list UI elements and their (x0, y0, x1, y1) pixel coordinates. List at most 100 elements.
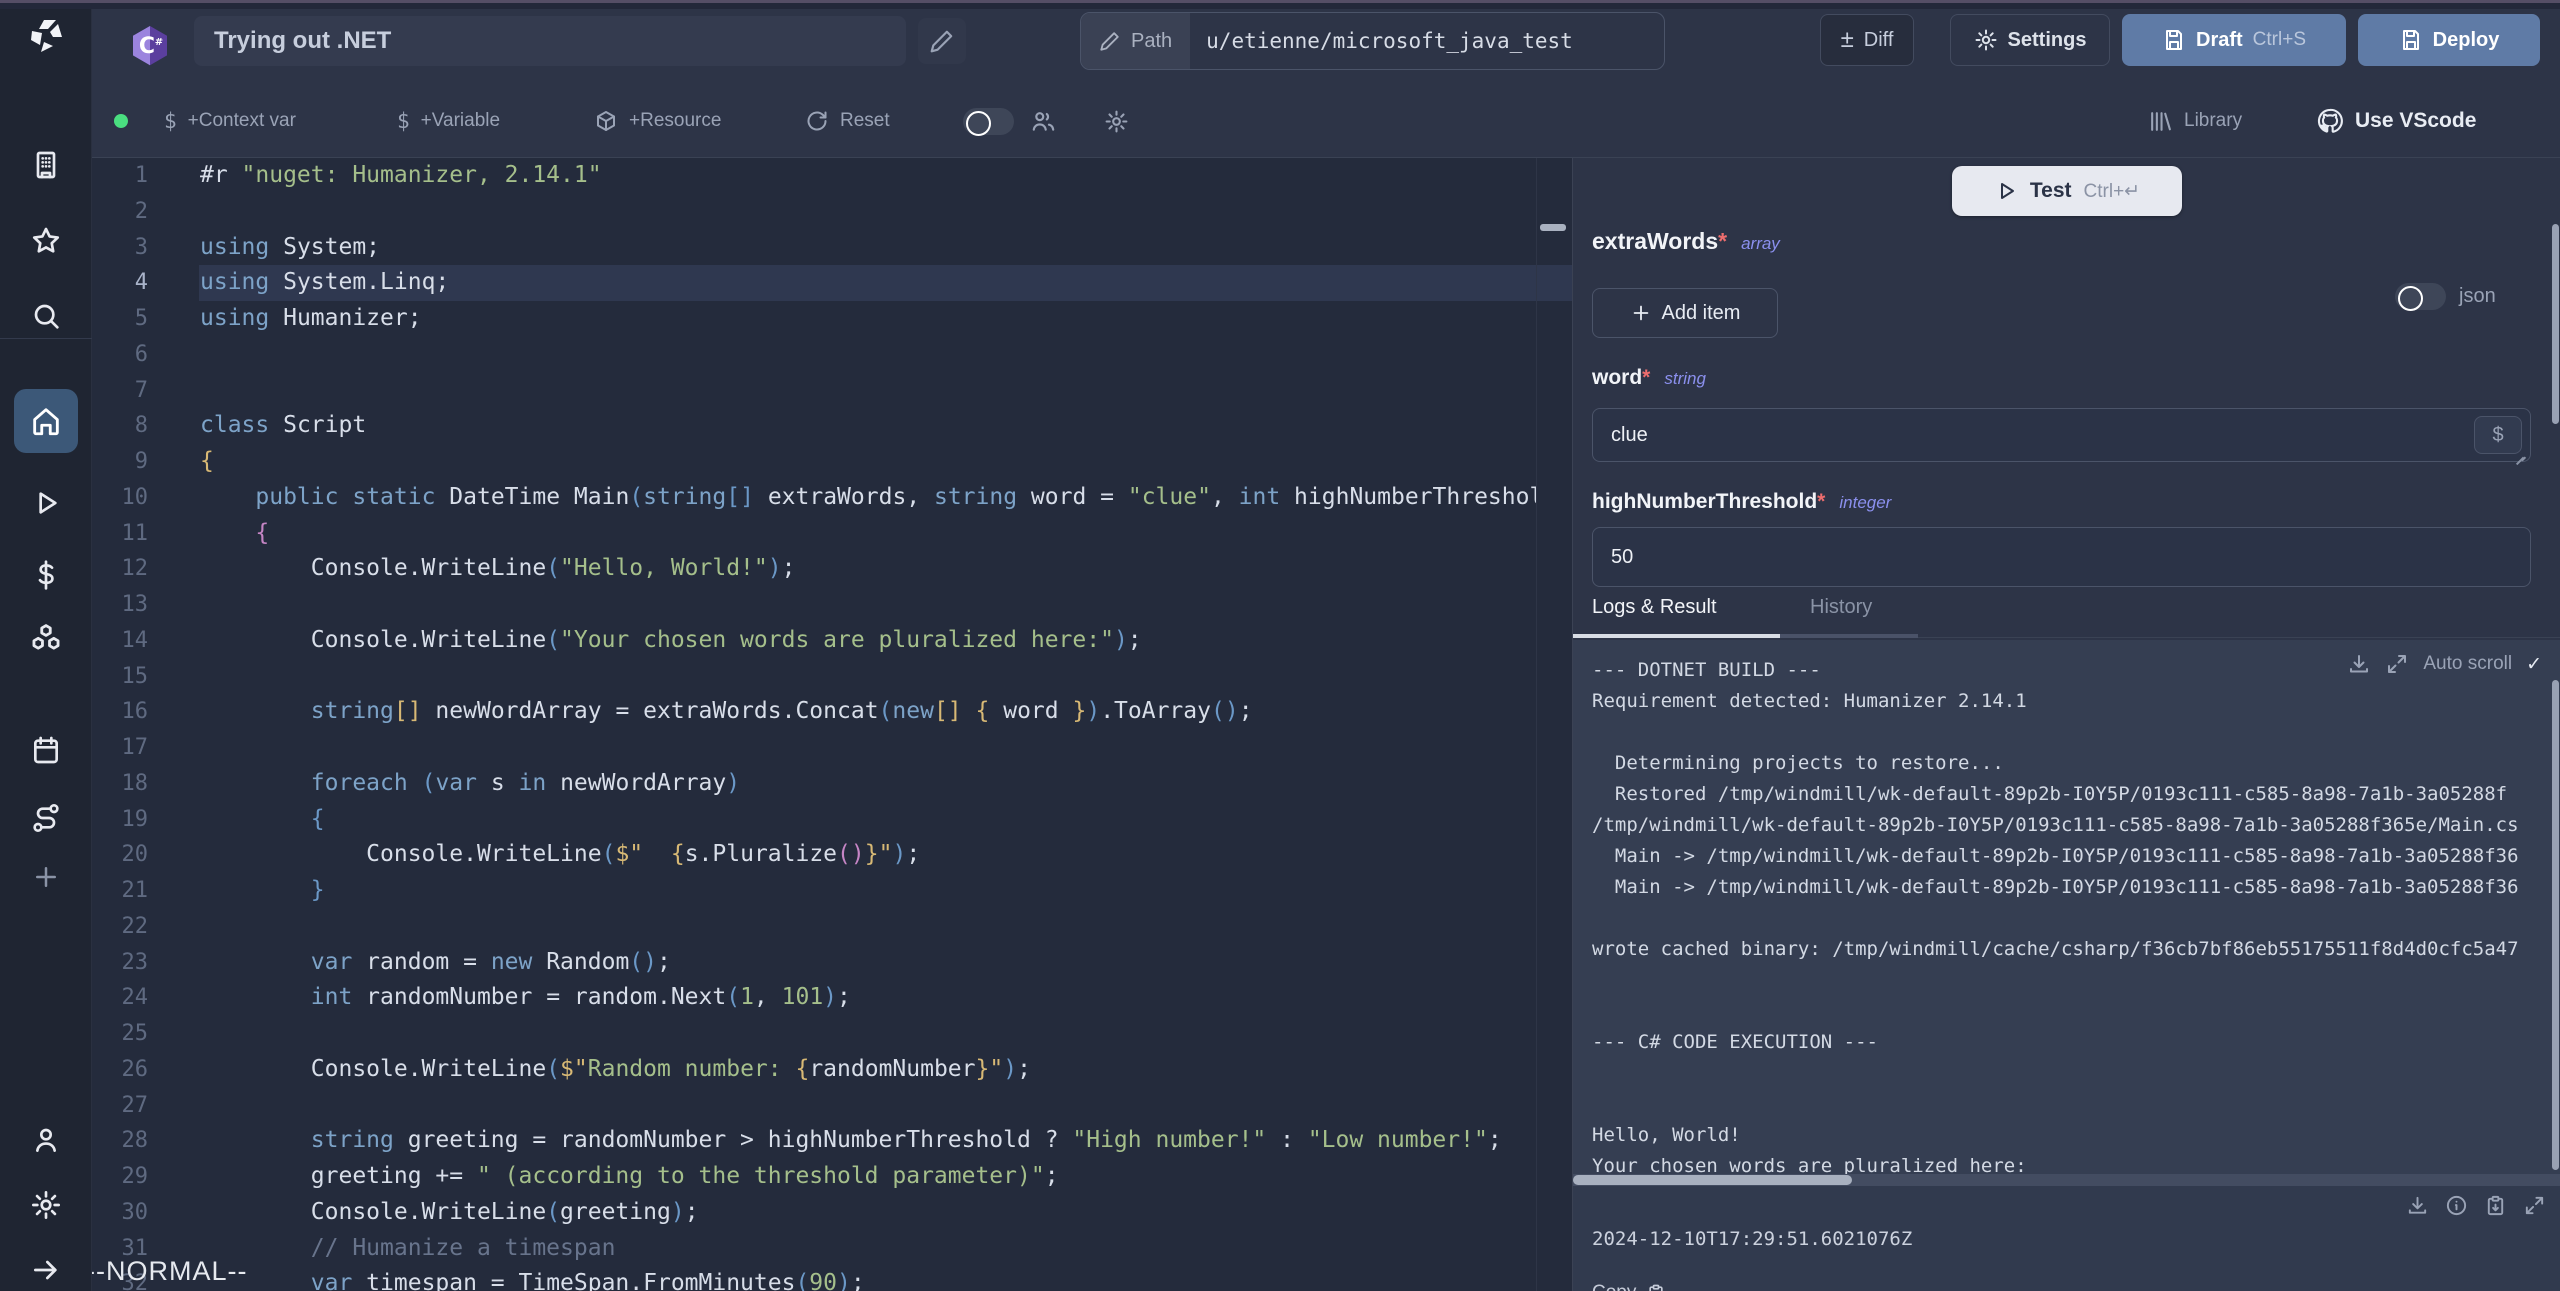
script-title[interactable]: Trying out .NET (194, 16, 906, 66)
download-logs-button[interactable] (2347, 652, 2371, 676)
deploy-button[interactable]: Deploy (2358, 14, 2540, 66)
expand-logs-button[interactable] (2385, 652, 2409, 676)
line-number: 10 (92, 480, 148, 516)
log-line: Determining projects to restore... (1592, 748, 2560, 779)
code-line[interactable]: 20 Console.WriteLine($" {s.Pluralize()}"… (92, 837, 1572, 873)
path-field[interactable]: Path u/etienne/microsoft_java_test (1080, 12, 1665, 70)
editor-settings-button[interactable] (1104, 84, 1129, 158)
threshold-input[interactable] (1592, 527, 2531, 587)
result-copy-row[interactable]: Copy (1592, 1282, 1666, 1291)
code-line[interactable]: 32 var timespan = TimeSpan.FromMinutes(9… (92, 1266, 1572, 1291)
use-vscode-button[interactable]: Use VScode (2316, 84, 2476, 158)
sidebar-item-collapse[interactable] (0, 1250, 92, 1290)
sidebar-item-add[interactable] (0, 857, 92, 897)
add-context-var-button[interactable]: $ +Context var (164, 84, 296, 158)
clipboard-icon (2484, 1194, 2507, 1217)
json-toggle[interactable] (2395, 283, 2446, 310)
code-line[interactable]: 27 (92, 1088, 1572, 1124)
settings-button[interactable]: Settings (1950, 14, 2110, 66)
code-line[interactable]: 14 Console.WriteLine("Your chosen words … (92, 623, 1572, 659)
sidebar-item-search[interactable] (0, 296, 92, 336)
logs-horizontal-scrollbar[interactable] (1573, 1174, 2560, 1186)
line-code: var timespan = TimeSpan.FromMinutes(90); (148, 1266, 865, 1291)
line-number: 22 (92, 909, 148, 945)
logs-panel[interactable]: --- DOTNET BUILD ---Requirement detected… (1573, 640, 2560, 1174)
line-code: { (148, 444, 214, 480)
edit-summary-button[interactable] (918, 18, 966, 64)
copy-result-button[interactable] (2484, 1194, 2507, 1217)
multiplayer-button[interactable] (1030, 84, 1056, 158)
code-line[interactable]: 2 (92, 194, 1572, 230)
sidebar-item-favorites[interactable] (0, 221, 92, 261)
diff-button[interactable]: ± Diff (1820, 14, 1914, 66)
code-line[interactable]: 16 string[] newWordArray = extraWords.Co… (92, 694, 1572, 730)
expand-result-button[interactable] (2523, 1194, 2546, 1217)
code-line[interactable]: 22 (92, 909, 1572, 945)
windmill-logo[interactable] (0, 16, 92, 56)
sidebar-item-schedules[interactable] (0, 730, 92, 770)
test-button[interactable]: Test Ctrl+↵ (1952, 166, 2182, 216)
code-line[interactable]: 12 Console.WriteLine("Hello, World!"); (92, 551, 1572, 587)
download-result-button[interactable] (2406, 1194, 2429, 1217)
code-line[interactable]: 5using Humanizer; (92, 301, 1572, 337)
code-line[interactable]: 31 // Humanize a timespan (92, 1231, 1572, 1267)
dollar-icon: $ (397, 109, 410, 133)
sidebar-item-resources[interactable] (0, 619, 92, 659)
code-line[interactable]: 18 foreach (var s in newWordArray) (92, 766, 1572, 802)
word-variable-picker-button[interactable]: $ (2474, 416, 2522, 454)
code-line[interactable]: 9{ (92, 444, 1572, 480)
code-line[interactable]: 30 Console.WriteLine(greeting); (92, 1195, 1572, 1231)
add-resource-button[interactable]: +Resource (594, 84, 721, 158)
reset-icon (805, 109, 829, 133)
tab-logs-result[interactable]: Logs & Result (1592, 596, 1717, 619)
word-input[interactable] (1592, 408, 2531, 462)
code-editor[interactable]: 1#r "nuget: Humanizer, 2.14.1"23using Sy… (92, 158, 1572, 1291)
code-line[interactable]: 13 (92, 587, 1572, 623)
form-scrollbar-thumb[interactable] (2552, 224, 2559, 424)
sidebar-item-variables[interactable] (0, 555, 92, 595)
code-line[interactable]: 15 (92, 659, 1572, 695)
line-code: greeting += " (according to the threshol… (148, 1159, 1059, 1195)
code-line[interactable]: 17 (92, 730, 1572, 766)
code-line[interactable]: 4using System.Linq; (92, 265, 1572, 301)
library-button[interactable]: Library (2148, 84, 2242, 158)
sidebar-item-flows[interactable] (0, 798, 92, 838)
code-line[interactable]: 26 Console.WriteLine($"Random number: {r… (92, 1052, 1572, 1088)
code-line[interactable]: 28 string greeting = randomNumber > high… (92, 1123, 1572, 1159)
draft-button[interactable]: Draft Ctrl+S (2122, 14, 2346, 66)
reset-button[interactable]: Reset (805, 84, 890, 158)
code-line[interactable]: 6 (92, 337, 1572, 373)
code-line[interactable]: 21 } (92, 873, 1572, 909)
code-line[interactable]: 23 var random = new Random(); (92, 945, 1572, 981)
logs-hscroll-thumb[interactable] (1573, 1175, 1852, 1185)
code-line[interactable]: 19 { (92, 802, 1572, 838)
add-item-button[interactable]: Add item (1592, 288, 1778, 338)
sidebar-item-runs[interactable] (0, 483, 92, 523)
arg-extrawords-label: extraWords* array (1592, 228, 1780, 255)
sidebar-item-account[interactable] (0, 1120, 92, 1160)
code-line[interactable]: 24 int randomNumber = random.Next(1, 101… (92, 980, 1572, 1016)
code-line[interactable]: 10 public static DateTime Main(string[] … (92, 480, 1572, 516)
code-line[interactable]: 11 { (92, 516, 1572, 552)
script-title-text: Trying out .NET (214, 27, 391, 55)
tab-history[interactable]: History (1810, 596, 1872, 619)
logs-scrollbar-thumb[interactable] (2552, 680, 2559, 1170)
arg-word-label: word* string (1592, 366, 1706, 390)
vim-status: --NORMAL-- (92, 1256, 247, 1287)
sidebar-item-home-active[interactable] (14, 389, 78, 453)
sidebar-item-workspace[interactable] (0, 145, 92, 185)
code-line[interactable]: 25 (92, 1016, 1572, 1052)
code-line[interactable]: 8class Script (92, 408, 1572, 444)
result-info-button[interactable] (2445, 1194, 2468, 1217)
plus-minus-icon: ± (1841, 28, 1854, 52)
code-line[interactable]: 1#r "nuget: Humanizer, 2.14.1" (92, 158, 1572, 194)
diff-mode-toggle[interactable] (963, 108, 1014, 135)
word-input-resize-handle[interactable] (2514, 450, 2526, 462)
sidebar-item-settings[interactable] (0, 1185, 92, 1225)
code-line[interactable]: 29 greeting += " (according to the thres… (92, 1159, 1572, 1195)
editor-scrollbar-thumb[interactable] (1540, 224, 1566, 231)
code-line[interactable]: 3using System; (92, 230, 1572, 266)
code-line[interactable]: 7 (92, 373, 1572, 409)
check-icon[interactable]: ✓ (2526, 653, 2542, 676)
add-variable-button[interactable]: $ +Variable (397, 84, 500, 158)
